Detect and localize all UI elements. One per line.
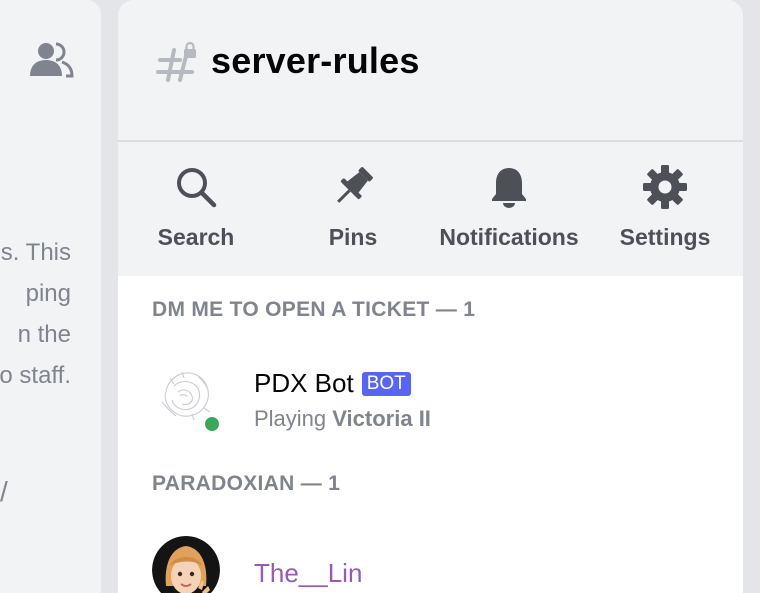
channel-header: server-rules [118, 0, 743, 142]
channel-actions-bar: Search Pins Notifications Settings [118, 142, 743, 276]
chat-message-text: s. This ping n the o staff. [0, 239, 71, 389]
chat-panel: s. This ping n the o staff. / [0, 0, 101, 593]
notifications-label: Notifications [439, 224, 579, 250]
member-section-header: PARADOXIAN — 1 [152, 472, 341, 495]
member-list-item[interactable]: The__Lin [152, 536, 712, 593]
settings-button[interactable]: Settings [587, 164, 743, 264]
member-activity: Playing Victoria II [254, 406, 431, 431]
member-list-item[interactable]: PDX Bot BOT Playing Victoria II [152, 362, 712, 434]
pin-icon [337, 167, 373, 203]
channel-name: server-rules [211, 40, 420, 81]
member-name: PDX Bot BOT [254, 368, 411, 399]
gear-icon [643, 165, 687, 209]
activity-game: Victoria II [332, 406, 431, 431]
online-status-indicator [202, 414, 222, 434]
search-icon [177, 168, 217, 208]
chat-text-fragment: / [0, 476, 8, 507]
locked-hashtag-icon [156, 41, 196, 82]
search-label: Search [157, 224, 235, 250]
member-section-header: DM ME TO OPEN A TICKET — 1 [152, 298, 476, 321]
notifications-button[interactable]: Notifications [431, 164, 587, 264]
bell-icon [492, 168, 526, 208]
member-name: The__Lin [254, 558, 363, 588]
channel-drawer: server-rules Search Pins Notifications S… [118, 0, 743, 593]
bot-tag: BOT [361, 372, 411, 396]
members-icon[interactable] [28, 40, 74, 80]
search-button[interactable]: Search [118, 164, 274, 264]
pins-button[interactable]: Pins [275, 164, 431, 264]
pins-label: Pins [328, 224, 378, 250]
settings-label: Settings [619, 224, 711, 250]
avatar [152, 536, 220, 593]
